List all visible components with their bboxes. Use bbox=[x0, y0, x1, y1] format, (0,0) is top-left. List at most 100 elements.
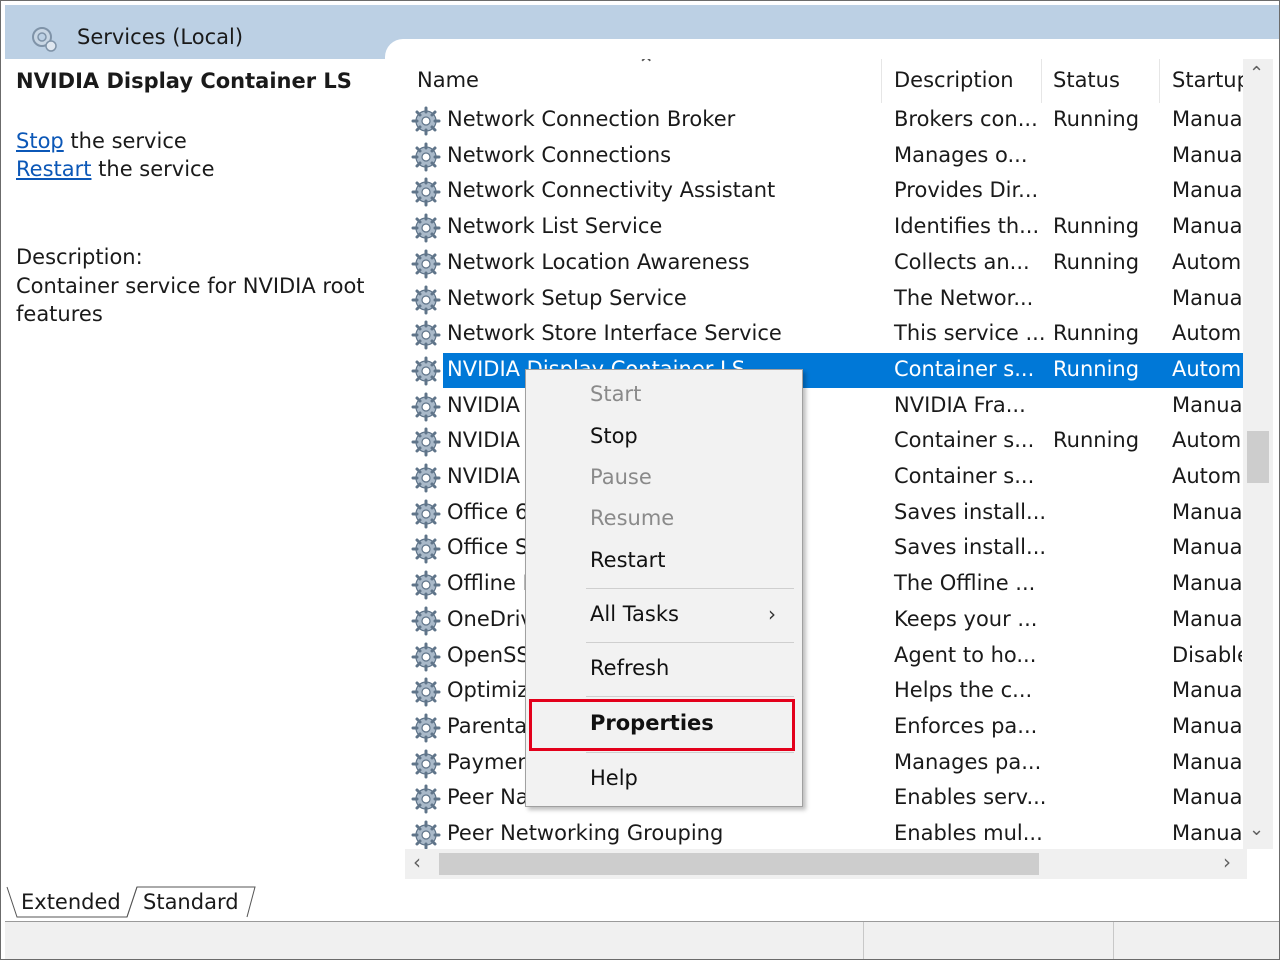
service-description-cell: Manages pa... bbox=[894, 749, 1042, 774]
scroll-up-icon[interactable]: ⌃ bbox=[1249, 63, 1264, 84]
column-header-name[interactable]: Name bbox=[417, 59, 479, 105]
table-row[interactable]: Network Connection Broker Brokers con... R… bbox=[405, 103, 1245, 138]
service-gear-icon bbox=[411, 606, 441, 636]
menu-item-start: Start bbox=[590, 382, 642, 406]
service-description-cell: Enables serv... bbox=[894, 785, 1047, 810]
menu-separator bbox=[586, 588, 794, 589]
service-name-cell: NVIDIA bbox=[447, 464, 520, 488]
menu-separator bbox=[586, 696, 794, 697]
properties-highlight-box bbox=[529, 699, 795, 751]
service-description-cell: This service ... bbox=[894, 321, 1046, 346]
service-description-cell: Enforces pa... bbox=[894, 713, 1038, 738]
service-startup-cell: Manual bbox=[1172, 107, 1242, 131]
service-description-cell: Keeps your ... bbox=[894, 606, 1038, 631]
service-name-cell: Offline I bbox=[447, 571, 529, 596]
view-tabs: Extended Standard bbox=[5, 881, 1279, 922]
scroll-left-icon[interactable]: ‹ bbox=[413, 850, 421, 874]
menu-item-restart[interactable]: Restart bbox=[590, 548, 665, 572]
service-description-cell: Helps the c... bbox=[894, 678, 1033, 703]
service-startup-cell: Automatic bbox=[1172, 321, 1242, 346]
service-gear-icon bbox=[411, 677, 441, 707]
service-status-cell: Running bbox=[1053, 356, 1140, 381]
table-row[interactable]: Network Location Awareness Collects an...… bbox=[405, 246, 1245, 281]
service-gear-icon bbox=[411, 784, 441, 814]
service-description-cell: Identifies th... bbox=[894, 214, 1040, 239]
status-bar bbox=[5, 922, 1279, 959]
service-description-cell: Saves install... bbox=[894, 535, 1047, 560]
vertical-scrollbar[interactable]: ⌃ ⌄ bbox=[1243, 59, 1273, 849]
table-row[interactable]: Network Connectivity Assistant Provides D… bbox=[405, 174, 1245, 209]
stop-action-text: the service bbox=[63, 129, 187, 153]
description-text: Container service for NVIDIA root featur… bbox=[16, 274, 365, 326]
status-divider bbox=[863, 922, 864, 959]
restart-action-text: the service bbox=[91, 157, 215, 181]
table-row[interactable]: Network Setup Service The Networ... Manual bbox=[405, 282, 1245, 317]
services-gear-icon bbox=[32, 27, 57, 52]
service-startup-cell: Automatic bbox=[1172, 464, 1242, 488]
service-name-cell: OneDriv bbox=[447, 606, 533, 631]
service-startup-cell: Manual bbox=[1172, 571, 1242, 596]
services-window: Services (Local) NVIDIA Display Containe… bbox=[0, 0, 1280, 960]
service-description-cell: NVIDIA Fra... bbox=[894, 392, 1026, 417]
service-name-cell: Network Connectivity Assistant bbox=[447, 178, 776, 203]
service-gear-icon bbox=[411, 249, 441, 279]
column-header-description[interactable]: Description bbox=[894, 59, 1014, 105]
service-gear-icon bbox=[411, 713, 441, 743]
menu-item-resume: Resume bbox=[590, 506, 675, 530]
service-name-cell: Network Location Awareness bbox=[447, 249, 750, 274]
service-description-cell: Brokers con... bbox=[894, 107, 1038, 131]
service-gear-icon bbox=[411, 177, 441, 207]
scroll-right-icon[interactable]: › bbox=[1223, 850, 1231, 874]
table-row[interactable]: Network Connections Manages o... Manual bbox=[405, 139, 1245, 174]
service-gear-icon bbox=[411, 285, 441, 315]
service-name-cell: Paymen bbox=[447, 749, 531, 774]
column-divider bbox=[1041, 59, 1042, 103]
menu-item-stop[interactable]: Stop bbox=[590, 424, 638, 448]
column-divider bbox=[881, 59, 882, 103]
service-gear-icon bbox=[411, 570, 441, 600]
service-description-cell: Collects an... bbox=[894, 249, 1030, 274]
service-name-cell: NVIDIA bbox=[447, 392, 520, 417]
service-description-cell: Agent to ho... bbox=[894, 642, 1037, 667]
service-status-cell: Running bbox=[1053, 321, 1140, 346]
horizontal-scroll-thumb[interactable] bbox=[439, 853, 1039, 875]
service-name-cell: OpenSS bbox=[447, 642, 530, 667]
scroll-down-icon[interactable]: ⌄ bbox=[1249, 819, 1264, 840]
service-startup-cell: Manual bbox=[1172, 285, 1242, 310]
menu-item-refresh[interactable]: Refresh bbox=[590, 656, 669, 680]
service-startup-cell: Manual bbox=[1172, 749, 1242, 774]
service-startup-cell: Manual bbox=[1172, 142, 1242, 167]
table-row[interactable]: Network List Service Identifies th... Runn… bbox=[405, 210, 1245, 245]
menu-item-all-tasks[interactable]: All Tasks bbox=[590, 602, 679, 626]
table-row[interactable]: Peer Networking Grouping Enables mul... Ma… bbox=[405, 817, 1245, 852]
service-gear-icon bbox=[411, 642, 441, 672]
stop-service-link[interactable]: Stop bbox=[16, 129, 64, 153]
service-gear-icon bbox=[411, 106, 441, 136]
service-description-cell: Provides Dir... bbox=[894, 178, 1039, 203]
description-label: Description: bbox=[16, 245, 143, 269]
service-gear-icon bbox=[411, 499, 441, 529]
service-name-cell: Network Connections bbox=[447, 142, 672, 167]
service-description-cell: Container s... bbox=[894, 428, 1035, 453]
service-startup-cell: Automatic bbox=[1172, 356, 1242, 381]
service-gear-icon bbox=[411, 356, 441, 386]
tab-extended[interactable]: Extended bbox=[11, 887, 131, 917]
service-gear-icon bbox=[411, 749, 441, 779]
column-header-status[interactable]: Status bbox=[1053, 59, 1120, 105]
service-description-cell: Container s... bbox=[894, 464, 1035, 488]
menu-item-help[interactable]: Help bbox=[590, 766, 638, 790]
column-header-startup[interactable]: Startup bbox=[1172, 59, 1250, 105]
service-gear-icon bbox=[411, 534, 441, 564]
column-divider bbox=[1159, 59, 1160, 103]
service-startup-cell: Manual bbox=[1172, 392, 1242, 417]
service-startup-cell: Manual bbox=[1172, 821, 1242, 845]
table-row[interactable]: Network Store Interface Service This serv… bbox=[405, 317, 1245, 352]
vertical-scroll-thumb[interactable] bbox=[1247, 431, 1269, 483]
tab-standard[interactable]: Standard bbox=[133, 887, 249, 917]
horizontal-scrollbar[interactable]: ‹ › bbox=[405, 849, 1247, 879]
restart-service-link[interactable]: Restart bbox=[16, 157, 91, 181]
service-gear-icon bbox=[411, 427, 441, 457]
service-startup-cell: Manual bbox=[1172, 214, 1242, 239]
service-gear-icon bbox=[411, 820, 441, 850]
service-description-cell: Manages o... bbox=[894, 142, 1028, 167]
